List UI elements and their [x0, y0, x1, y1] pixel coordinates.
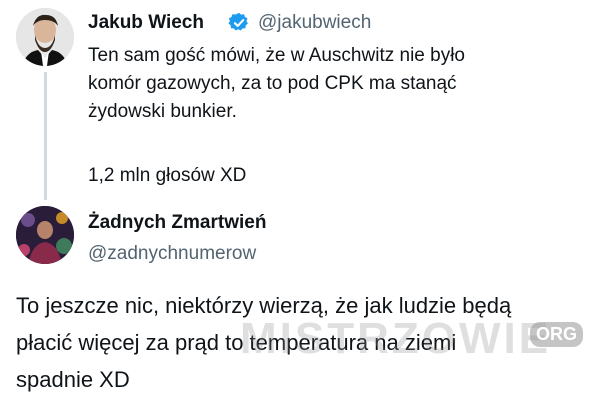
poll-votes-count: 1,2 mln głosów XD — [88, 165, 247, 186]
avatar-jakub-wiech[interactable] — [16, 8, 74, 66]
author-handle[interactable]: @zadnychnumerow — [88, 243, 256, 265]
author-handle[interactable]: @jakubwiech — [258, 12, 371, 34]
author-name[interactable]: Żadnych Zmartwień — [88, 212, 266, 234]
tweet-body: Ten sam gość mówi, że w Auschwitz nie by… — [88, 42, 568, 126]
author-name[interactable]: Jakub Wiech — [88, 12, 204, 34]
avatar-zadnych-zmartwien[interactable] — [16, 206, 74, 264]
verified-badge-icon — [228, 12, 248, 31]
site-watermark: MISTRZOWIE — [240, 314, 552, 363]
tweet-body-line: Ten sam gość mówi, że w Auschwitz nie by… — [88, 45, 465, 66]
person-photo-icon — [16, 8, 74, 66]
tweet-body-line: spadnie XD — [16, 367, 130, 392]
site-watermark-org: ORG — [530, 322, 584, 347]
profile-art-icon — [16, 206, 74, 264]
tweet-body-line: komór gazowych, za to pod CPK ma stanąć — [88, 73, 457, 94]
tweet-body-line: żydowski bunkier. — [88, 101, 237, 122]
thread-connector-line — [44, 72, 47, 200]
